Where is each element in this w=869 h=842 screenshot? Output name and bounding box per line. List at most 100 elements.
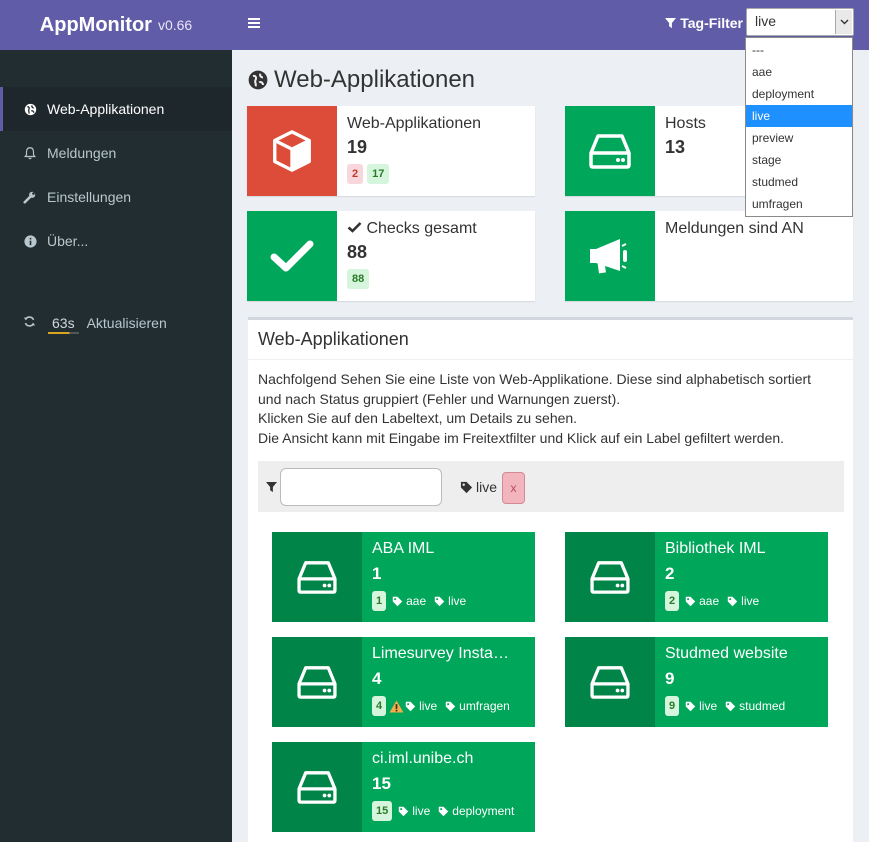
tag-label[interactable]: live	[685, 699, 717, 713]
tag-icon	[399, 806, 409, 816]
tag-label[interactable]: live	[434, 594, 466, 608]
app-check-count: 9	[665, 669, 675, 688]
tag-icon	[392, 596, 403, 606]
tag-option-selected[interactable]: live	[746, 105, 852, 127]
sidebar-nav: Web-Applikationen Meldungen Einstellunge…	[0, 87, 232, 263]
tag-option[interactable]: stage	[746, 149, 852, 171]
tag-option[interactable]: deployment	[746, 83, 852, 105]
sidebar-item-web-applikationen[interactable]: Web-Applikationen	[0, 87, 232, 131]
infobox-number: 19	[347, 137, 368, 157]
tag-icon	[445, 701, 456, 711]
tag-option[interactable]: umfragen	[746, 193, 852, 215]
app-card[interactable]: Bibliothek IML 2 2 aae live	[565, 532, 828, 622]
warning-icon	[389, 699, 404, 713]
refresh-countdown: 63s	[48, 315, 79, 334]
tag-label[interactable]: aae	[392, 594, 426, 608]
funnel-icon	[266, 480, 277, 498]
tag-label[interactable]: live	[405, 699, 437, 713]
sidebar-item-ueber[interactable]: Über...	[0, 219, 232, 263]
hard-drive-icon	[272, 532, 362, 622]
page-title-text: Web-Applikationen	[274, 66, 476, 93]
refresh-icon	[23, 315, 36, 331]
infobox-title: Meldungen sind AN	[665, 220, 804, 237]
error-count-badge: 2	[347, 164, 364, 184]
wrench-icon	[23, 190, 37, 204]
tag-filter-text: Tag-Filter	[680, 15, 743, 31]
info-icon	[23, 234, 37, 248]
app-name[interactable]: ABA IML	[372, 540, 531, 558]
tag-label[interactable]: live	[727, 594, 759, 608]
tag-filter-select[interactable]: live	[746, 8, 854, 36]
tag-option[interactable]: preview	[746, 127, 852, 149]
megaphone-icon	[565, 211, 655, 301]
tag-filter-dropdown: --- aae deployment live preview stage st…	[745, 37, 853, 217]
ok-count-badge: 88	[347, 269, 370, 289]
refresh-control[interactable]: 63s Aktualisieren	[0, 303, 232, 343]
app-check-count: 4	[372, 669, 382, 688]
tag-filter-label: Tag-Filter	[665, 15, 743, 31]
tag-option[interactable]: aae	[746, 61, 852, 83]
brand-logo[interactable]: AppMonitor v0.66	[0, 0, 232, 50]
checkmark-icon	[247, 211, 337, 301]
panel-title: Web-Applikationen	[248, 320, 853, 360]
infobox-webapps[interactable]: Web-Applikationen 19 2 17	[247, 106, 535, 196]
tag-icon	[460, 481, 473, 493]
infobox-title: Web-Applikationen	[347, 115, 482, 132]
app-card[interactable]: Limesurvey Insta… 4 4 live umfragen	[272, 637, 535, 727]
app-name: AppMonitor	[39, 13, 152, 36]
tag-option[interactable]: ---	[746, 39, 852, 61]
infobox-checks[interactable]: Checks gesamt 88 88	[247, 211, 535, 301]
tag-icon	[685, 701, 696, 711]
infobox-number: 88	[347, 242, 368, 262]
tag-icon	[434, 596, 445, 606]
app-card[interactable]: Studmed website 9 9 live studmed	[565, 637, 828, 727]
app-name[interactable]: Limesurvey Insta…	[372, 645, 531, 663]
active-tag-filter: live	[460, 479, 497, 495]
check-icon	[347, 222, 362, 233]
tag-icon	[727, 596, 738, 606]
remove-tag-filter-button[interactable]: x	[502, 472, 525, 504]
sidebar-item-einstellungen[interactable]: Einstellungen	[0, 175, 232, 219]
page-title: Web-Applikationen	[248, 66, 475, 94]
tag-label[interactable]: aae	[685, 594, 719, 608]
tag-option[interactable]: studmed	[746, 171, 852, 193]
filter-bar: live x	[258, 461, 844, 512]
globe-icon	[23, 102, 37, 116]
tag-icon	[405, 701, 416, 711]
app-card[interactable]: ci.iml.unibe.ch 15 15 live deployment	[272, 742, 535, 832]
refresh-label[interactable]: Aktualisieren	[87, 315, 167, 331]
tag-label[interactable]: live	[398, 804, 430, 818]
app-card[interactable]: ABA IML 1 1 aae live	[272, 532, 535, 622]
tag-label[interactable]: umfragen	[445, 699, 510, 713]
hard-drive-icon	[565, 106, 655, 196]
infobox-title: Checks gesamt	[347, 220, 529, 238]
sidebar-item-meldungen[interactable]: Meldungen	[0, 131, 232, 175]
ok-count-badge: 17	[367, 164, 390, 184]
app-name[interactable]: Bibliothek IML	[665, 540, 824, 558]
freetext-filter-input[interactable]	[280, 468, 442, 506]
funnel-icon	[665, 17, 677, 28]
app-name[interactable]: ci.iml.unibe.ch	[372, 750, 531, 768]
menu-toggle-icon[interactable]	[248, 16, 260, 34]
tag-label[interactable]: studmed	[725, 699, 785, 713]
tag-label[interactable]: deployment	[438, 804, 514, 818]
sidebar-item-label: Einstellungen	[47, 189, 132, 205]
app-check-count: 2	[665, 564, 675, 583]
panel-intro: Nachfolgend Sehen Sie eine Liste von Web…	[258, 371, 812, 446]
chevron-down-icon[interactable]	[835, 10, 852, 34]
hard-drive-icon	[272, 637, 362, 727]
hard-drive-icon	[565, 532, 655, 622]
bell-icon	[23, 146, 37, 160]
app-check-count: 15	[372, 774, 391, 793]
app-version: v0.66	[157, 17, 193, 33]
ok-count-badge: 2	[665, 591, 680, 611]
tag-icon	[439, 806, 449, 816]
sidebar: AppMonitor v0.66 Web-Applikationen Meldu…	[0, 0, 232, 842]
infobox-notifications[interactable]: Meldungen sind AN	[565, 211, 853, 301]
sidebar-item-label: Über...	[47, 233, 89, 249]
webapps-panel: Web-Applikationen Nachfolgend Sehen Sie …	[248, 317, 853, 842]
hard-drive-icon	[272, 742, 362, 832]
ok-count-badge: 15	[372, 801, 393, 821]
app-name[interactable]: Studmed website	[665, 645, 824, 663]
tag-icon	[725, 701, 736, 711]
